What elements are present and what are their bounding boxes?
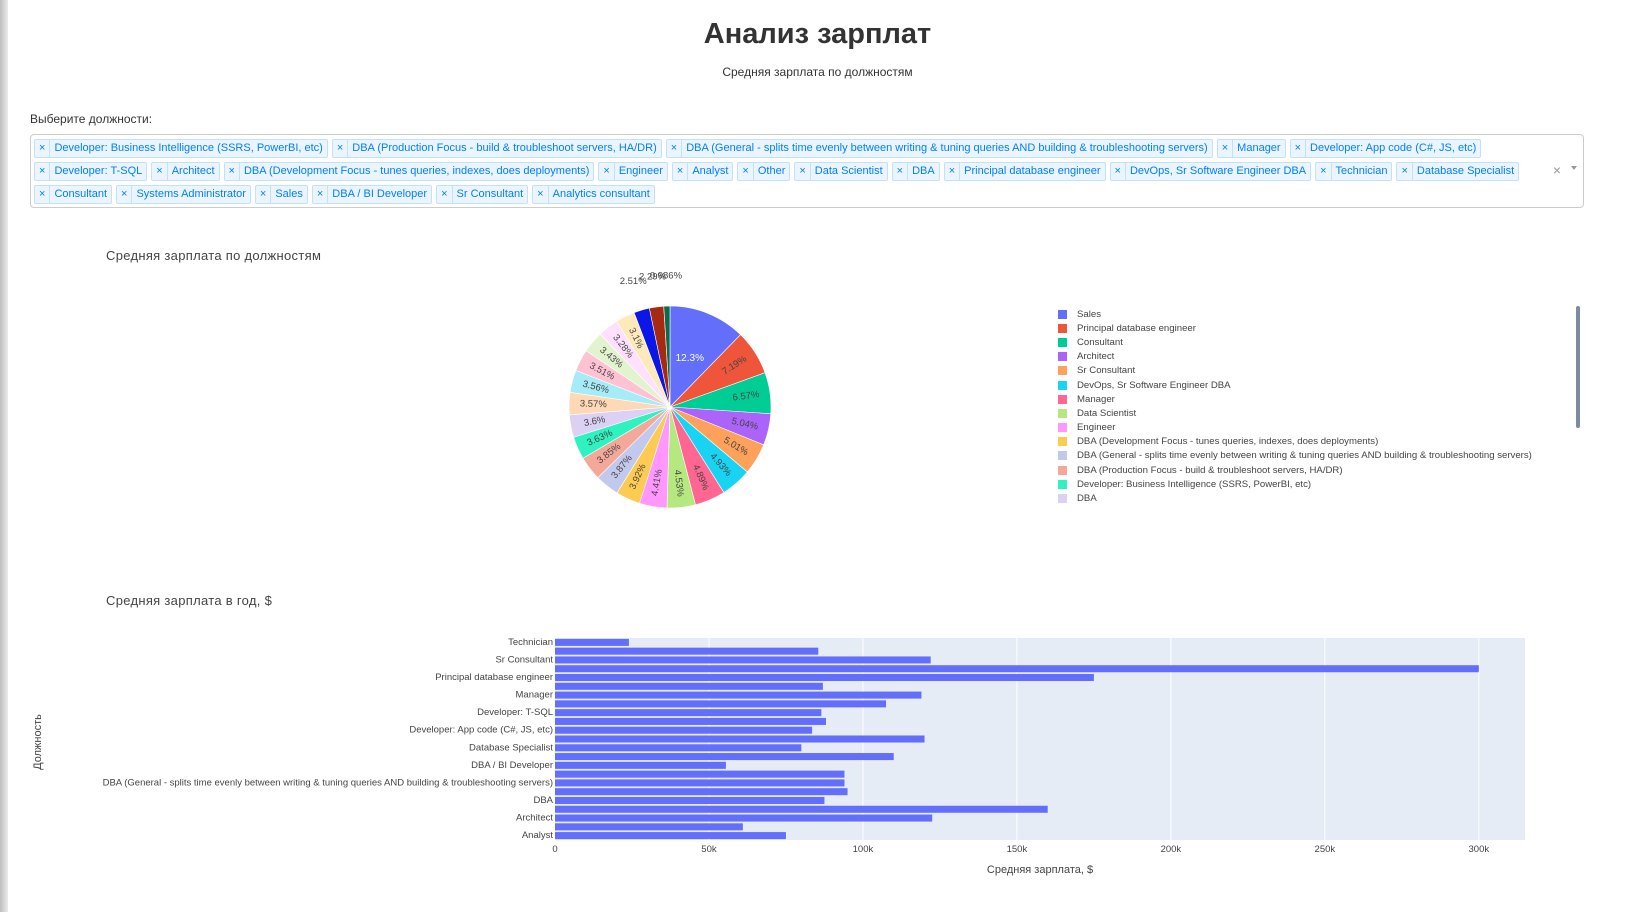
y-tick-label: Technician xyxy=(508,637,553,648)
y-tick-label: Developer: App code (C#, JS, etc) xyxy=(409,725,553,736)
salary-bar[interactable] xyxy=(555,717,826,725)
salary-bar[interactable] xyxy=(555,779,845,787)
y-tick-label: DBA / BI Developer xyxy=(471,760,553,771)
salary-bar[interactable] xyxy=(555,814,933,822)
y-tick-label: Sr Consultant xyxy=(495,654,553,665)
salary-bar[interactable] xyxy=(555,823,743,831)
salary-bar[interactable] xyxy=(555,638,629,646)
salary-bar[interactable] xyxy=(555,753,894,761)
y-axis-label: Должность xyxy=(32,714,44,770)
salary-bar[interactable] xyxy=(555,647,819,655)
x-tick-label: 100k xyxy=(853,844,874,855)
salary-bar[interactable] xyxy=(555,691,922,699)
x-tick-label: 50k xyxy=(701,844,717,855)
bar-chart: 0 50k 100k 150k 200k 250k 300k Analyst Architect… xyxy=(32,637,1525,876)
y-tick-label: Architect xyxy=(516,813,553,824)
x-axis-label: Средняя зарплата, $ xyxy=(987,864,1093,876)
salary-bar[interactable] xyxy=(555,761,726,769)
salary-bar[interactable] xyxy=(555,709,822,717)
y-tick-label: Principal database engineer xyxy=(435,672,553,683)
salary-bar[interactable] xyxy=(555,832,786,840)
y-tick-label: DBA (General - splits time evenly betwee… xyxy=(103,777,553,788)
salary-bar[interactable] xyxy=(555,744,802,752)
salary-bar[interactable] xyxy=(555,770,845,778)
salary-bar[interactable] xyxy=(555,682,823,690)
salary-bar[interactable] xyxy=(555,796,825,804)
y-tick-label: Database Specialist xyxy=(469,742,553,753)
x-tick-label: 200k xyxy=(1161,844,1182,855)
y-tick-label: Developer: T-SQL xyxy=(477,707,553,718)
y-tick-label: DBA xyxy=(533,795,553,806)
x-tick-label: 150k xyxy=(1007,844,1028,855)
salary-bar[interactable] xyxy=(555,665,1479,673)
x-tick-label: 300k xyxy=(1469,844,1490,855)
salary-bar[interactable] xyxy=(555,656,931,664)
salary-bar[interactable] xyxy=(555,726,813,734)
salary-bar[interactable] xyxy=(555,805,1048,813)
x-tick-label: 250k xyxy=(1315,844,1336,855)
salary-bar[interactable] xyxy=(555,674,1094,682)
salary-bar[interactable] xyxy=(555,700,887,708)
y-tick-label: Analyst xyxy=(522,830,554,841)
salary-bar[interactable] xyxy=(555,735,925,743)
salary-bar[interactable] xyxy=(555,788,848,796)
x-tick-label: 0 xyxy=(552,844,557,855)
y-tick-label: Manager xyxy=(516,690,554,701)
